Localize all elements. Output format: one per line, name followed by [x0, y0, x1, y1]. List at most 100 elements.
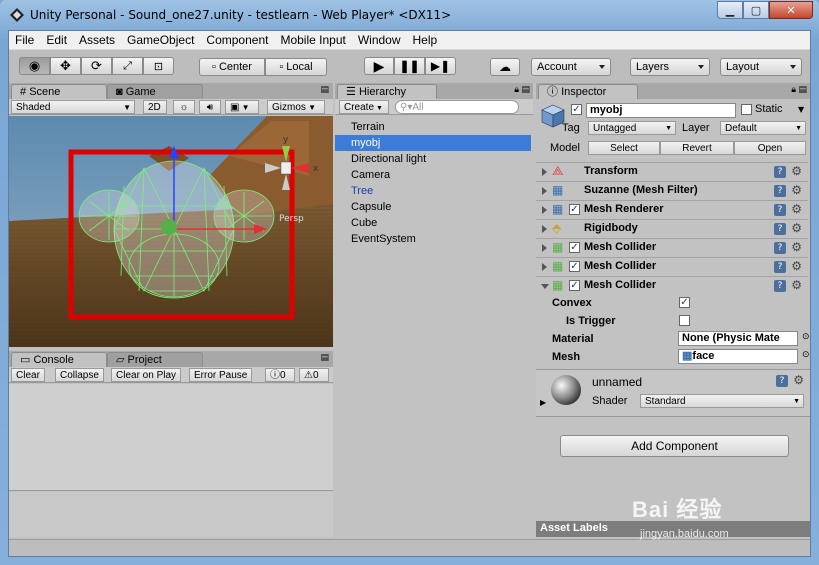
- foldout-arrow-icon[interactable]: [542, 225, 547, 233]
- component-enabled-checkbox[interactable]: ✓: [569, 261, 580, 272]
- panel-menu-icon[interactable]: ▤: [320, 85, 329, 95]
- foldout-arrow-icon[interactable]: [542, 187, 547, 195]
- help-icon[interactable]: ?: [774, 223, 786, 235]
- component-header-rigidbody[interactable]: ⬘ Rigidbody ? ⚙: [536, 219, 808, 238]
- foldout-arrow-icon[interactable]: [542, 206, 547, 214]
- account-dropdown[interactable]: Account: [531, 58, 611, 76]
- component-header-mesh-renderer[interactable]: ▦ ✓ Mesh Renderer ? ⚙: [536, 200, 808, 219]
- component-enabled-checkbox[interactable]: ✓: [569, 204, 580, 215]
- pause-button[interactable]: ❚❚: [394, 57, 425, 75]
- material-object-field[interactable]: None (Physic Mate: [678, 331, 798, 346]
- scene-effects-dropdown[interactable]: ▣ ▼: [225, 100, 259, 114]
- list-item[interactable]: Capsule: [351, 199, 391, 215]
- title-bar[interactable]: Unity Personal - Sound_one27.unity - tes…: [0, 0, 819, 30]
- gear-icon[interactable]: ⚙: [793, 373, 804, 387]
- menu-assets[interactable]: Assets: [73, 31, 121, 50]
- space-local-toggle[interactable]: ▫ Local: [265, 58, 327, 76]
- menu-gameobject[interactable]: GameObject: [121, 31, 200, 50]
- tab-console[interactable]: ▭ Console: [11, 352, 107, 367]
- add-component-button[interactable]: Add Component: [560, 435, 789, 457]
- convex-checkbox[interactable]: ✓: [679, 297, 690, 308]
- console-clear-button[interactable]: Clear: [11, 368, 45, 382]
- minimize-button[interactable]: ▁: [717, 1, 743, 19]
- scale-tool-button[interactable]: ⤢: [112, 57, 143, 75]
- list-item[interactable]: Tree: [351, 183, 373, 199]
- help-icon[interactable]: ?: [774, 242, 786, 254]
- menu-window[interactable]: Window: [352, 31, 407, 50]
- gizmos-dropdown[interactable]: Gizmos ▼: [267, 100, 325, 114]
- layer-dropdown[interactable]: Default ▼: [720, 121, 806, 135]
- step-button[interactable]: ▶❚: [425, 57, 456, 75]
- rotate-tool-button[interactable]: ⟳: [81, 57, 112, 75]
- component-header-mesh-collider[interactable]: ▦ ✓ Mesh Collider ? ⚙: [536, 257, 808, 276]
- console-warning-count[interactable]: ⓘ0: [265, 368, 295, 382]
- move-tool-button[interactable]: ✥: [50, 57, 81, 75]
- hierarchy-search-input[interactable]: ⚲▾All: [395, 100, 519, 114]
- gameobject-name-field[interactable]: myobj: [586, 103, 736, 118]
- scene-viewport[interactable]: y x Persp: [9, 116, 333, 347]
- gameobject-active-checkbox[interactable]: ✓: [571, 104, 582, 115]
- menu-component[interactable]: Component: [200, 31, 274, 50]
- maximize-button[interactable]: ▢: [743, 1, 769, 19]
- tag-dropdown[interactable]: Untagged ▼: [588, 121, 676, 135]
- gear-icon[interactable]: ⚙: [791, 259, 802, 273]
- hierarchy-create-dropdown[interactable]: Create ▼: [339, 100, 389, 114]
- static-checkbox[interactable]: [741, 104, 752, 115]
- panel-menu-icon[interactable]: ▤: [320, 353, 329, 363]
- chevron-down-icon[interactable]: ▼: [798, 105, 804, 114]
- menu-edit[interactable]: Edit: [40, 31, 73, 50]
- mode-2d-toggle[interactable]: 2D: [143, 100, 167, 114]
- lock-icon[interactable]: 🔒︎: [514, 85, 519, 95]
- shading-mode-dropdown[interactable]: Shaded ▼: [11, 100, 135, 114]
- foldout-arrow-icon[interactable]: [541, 284, 549, 289]
- console-detail-area[interactable]: [9, 492, 333, 537]
- component-header-mesh-collider[interactable]: ▦ ✓ Mesh Collider ? ⚙: [536, 238, 808, 257]
- panel-menu-icon[interactable]: ▤: [521, 85, 530, 95]
- menu-file[interactable]: File: [9, 31, 40, 50]
- help-icon[interactable]: ?: [774, 204, 786, 216]
- fold-arrow-icon[interactable]: ▶: [540, 398, 546, 407]
- tab-project[interactable]: ▱ Project: [107, 352, 203, 367]
- console-error-pause-button[interactable]: Error Pause: [189, 368, 253, 382]
- console-collapse-button[interactable]: Collapse: [55, 368, 104, 382]
- gear-icon[interactable]: ⚙: [791, 164, 802, 178]
- layout-dropdown[interactable]: Layout: [720, 58, 802, 76]
- help-icon[interactable]: ?: [774, 185, 786, 197]
- list-item[interactable]: Camera: [351, 167, 390, 183]
- menu-mobile-input[interactable]: Mobile Input: [274, 31, 351, 50]
- list-item[interactable]: myobj: [351, 135, 380, 151]
- foldout-arrow-icon[interactable]: [542, 244, 547, 252]
- play-button[interactable]: ▶: [364, 57, 394, 75]
- gear-icon[interactable]: ⚙: [791, 221, 802, 235]
- gear-icon[interactable]: ⚙: [791, 202, 802, 216]
- lock-icon[interactable]: 🔒︎: [791, 85, 796, 95]
- help-icon[interactable]: ?: [774, 261, 786, 273]
- cloud-button[interactable]: ☁: [490, 58, 520, 76]
- component-header-transform[interactable]: ⟁ Transform ? ⚙: [536, 162, 808, 181]
- tab-inspector[interactable]: ⓘ Inspector: [538, 84, 638, 99]
- foldout-arrow-icon[interactable]: [542, 168, 547, 176]
- panel-menu-icon[interactable]: ▤: [798, 85, 807, 95]
- shader-dropdown[interactable]: Standard ▼: [640, 394, 804, 408]
- model-open-button[interactable]: Open: [734, 141, 806, 155]
- help-icon[interactable]: ?: [774, 280, 786, 292]
- foldout-arrow-icon[interactable]: [542, 263, 547, 271]
- layers-dropdown[interactable]: Layers: [630, 58, 710, 76]
- scene-audio-toggle[interactable]: 🔊︎: [199, 100, 221, 114]
- rect-tool-button[interactable]: ⊡: [143, 57, 174, 75]
- gizmo-center[interactable]: [161, 219, 177, 235]
- tab-game[interactable]: ◙ Game: [107, 84, 203, 99]
- mesh-object-field[interactable]: ▦face: [678, 349, 798, 364]
- scene-lighting-toggle[interactable]: ☼: [173, 100, 195, 114]
- help-icon[interactable]: ?: [774, 166, 786, 178]
- model-select-button[interactable]: Select: [588, 141, 660, 155]
- console-log-area[interactable]: [9, 384, 333, 491]
- list-item[interactable]: EventSystem: [351, 231, 416, 247]
- list-item[interactable]: Cube: [351, 215, 377, 231]
- menu-help[interactable]: Help: [407, 31, 444, 50]
- pivot-center-toggle[interactable]: ▫ Center: [199, 58, 265, 76]
- gear-icon[interactable]: ⚙: [791, 278, 802, 292]
- console-error-count[interactable]: ⚠0: [299, 368, 329, 382]
- tab-hierarchy[interactable]: ☰ Hierarchy: [337, 84, 437, 99]
- object-picker-icon[interactable]: ⊙: [802, 332, 810, 342]
